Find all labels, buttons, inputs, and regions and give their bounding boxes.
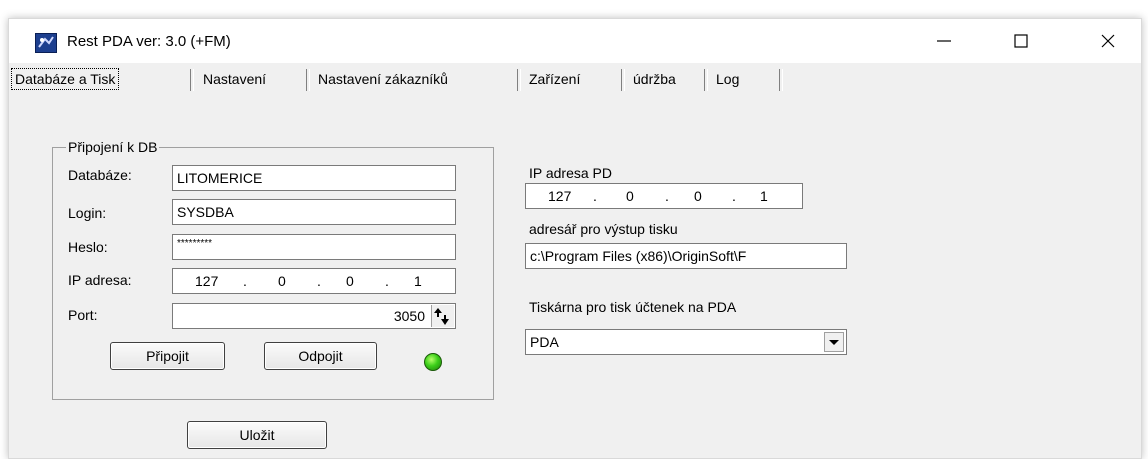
connection-status-led [424,353,442,371]
tab-database-print[interactable]: Databáze a Tisk [11,68,120,90]
ip-dot: . [243,273,247,289]
tab-panel-database-print: Připojení k DB Databáze: LITOMERICE Logi… [9,93,1141,458]
tab-log[interactable]: Log [716,69,739,89]
ip-dot: . [732,188,736,204]
ip-pd-label: IP adresa PD [529,165,613,181]
spin-buttons[interactable] [431,305,454,327]
tab-devices[interactable]: Zařízení [529,69,580,89]
tab-separator [621,69,625,91]
ip-octet: 127 [195,273,219,289]
maximize-icon [1014,34,1028,48]
tab-separator [779,69,783,91]
disconnect-button[interactable]: Odpojit [264,342,377,370]
tab-separator [190,69,194,91]
database-label: Databáze: [68,167,132,183]
port-value: 3050 [393,308,425,324]
connect-button[interactable]: Připojit [110,342,225,370]
tab-separator [704,69,708,91]
ip-octet: 1 [760,188,768,204]
printer-select[interactable]: PDA [525,329,847,355]
minimize-button[interactable] [921,19,967,63]
ip-pd-field[interactable]: 127 . 0 . 0 . 1 [525,183,803,209]
ip-dot: . [385,273,389,289]
maximize-button[interactable] [998,19,1044,63]
app-icon [35,33,57,53]
port-spinner[interactable]: 3050 [172,303,456,329]
db-connection-group-title: Připojení k DB [66,139,160,155]
password-field[interactable]: ********* [172,234,456,260]
save-button[interactable]: Uložit [187,421,327,449]
chevron-down-icon [829,340,839,345]
title-bar[interactable]: Rest PDA ver: 3.0 (+FM) [9,19,1141,63]
port-label: Port: [68,307,98,323]
printer-selected-value: PDA [530,334,559,350]
close-icon [1101,34,1115,48]
ip-octet: 0 [278,273,286,289]
printer-label: Tiskárna pro tisk účtenek na PDA [529,299,737,315]
ip-dot: . [593,188,597,204]
ip-octet: 1 [414,273,422,289]
ip-octet: 0 [626,188,634,204]
tab-maintenance[interactable]: údržba [633,69,676,89]
close-button[interactable] [1085,19,1131,63]
tab-customer-settings[interactable]: Nastavení zákazníků [318,69,448,89]
dropdown-button[interactable] [824,332,844,352]
tab-strip: Databáze a Tisk Nastavení Nastavení záka… [9,65,1141,93]
print-dir-label: adresář pro výstup tisku [529,221,678,237]
minimize-icon [937,40,951,42]
print-dir-field[interactable]: c:\Program Files (x86)\OriginSoft\F [525,243,847,269]
up-down-arrows-icon [434,308,449,325]
ip-address-field[interactable]: 127 . 0 . 0 . 1 [172,268,456,294]
ip-octet: 0 [346,273,354,289]
tab-settings[interactable]: Nastavení [203,69,266,89]
window-title: Rest PDA ver: 3.0 (+FM) [67,33,231,50]
login-label: Login: [68,205,107,221]
database-field[interactable]: LITOMERICE [172,165,456,191]
ip-dot: . [317,273,321,289]
login-field[interactable]: SYSDBA [172,199,456,225]
ip-address-label: IP adresa: [68,272,132,288]
ip-octet: 127 [548,188,572,204]
main-window: Rest PDA ver: 3.0 (+FM) Databáze a Tisk … [8,18,1142,459]
ip-octet: 0 [694,188,702,204]
password-label: Heslo: [68,239,108,255]
ip-dot: . [665,188,669,204]
tab-separator [306,69,310,91]
tab-separator [517,69,521,91]
